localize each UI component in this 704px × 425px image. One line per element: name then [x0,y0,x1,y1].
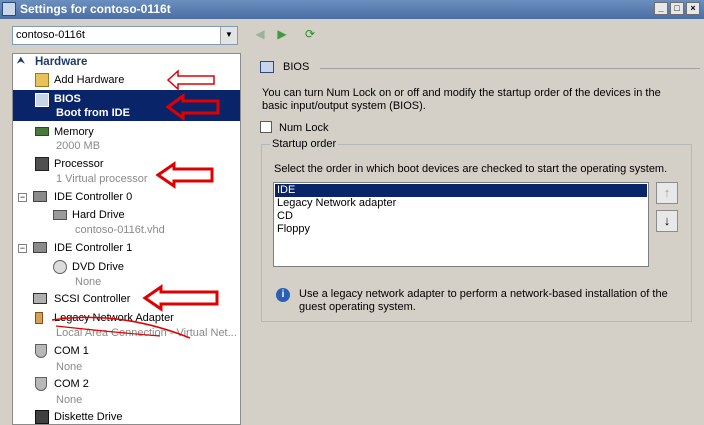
back-arrow-icon[interactable]: ◀ [252,26,268,42]
bios-icon [260,61,274,73]
startup-order-legend: Startup order [270,138,339,150]
com-port-icon [35,344,47,358]
tree-item-sublabel: None [56,361,83,373]
tree-item-bios[interactable]: BIOS Boot from IDE [13,90,240,121]
num-lock-label: Num Lock [279,122,329,134]
tree-item-diskette-drive[interactable]: Diskette Drive [13,409,240,424]
scsi-controller-icon [33,293,47,304]
bios-panel-header: BIOS [260,61,700,75]
boot-device-floppy[interactable]: Floppy [275,223,647,236]
forward-arrow-icon[interactable]: ▶ [274,26,290,42]
minimize-button[interactable]: _ [654,2,668,15]
hardware-section-header[interactable]: ⮝ Hardware [14,55,239,70]
processor-icon [35,157,49,171]
refresh-icon[interactable]: ⟳ [302,26,318,42]
tree-item-label: Add Hardware [54,74,125,86]
move-up-button[interactable]: ↑ [656,182,678,204]
move-down-button[interactable]: ↓ [656,210,678,232]
hardware-section-label: Hardware [35,56,88,68]
window-title: Settings for contoso-0116t [20,2,171,16]
tree-item-sublabel: Boot from IDE [56,107,130,119]
tree-item-label: Processor [54,158,104,170]
chevron-down-icon[interactable]: ▼ [220,27,237,44]
diskette-icon [35,410,49,424]
bios-settings-panel: BIOS You can turn Num Lock on or off and… [250,53,704,425]
tree-item-processor[interactable]: Processor 1 Virtual processor [13,156,240,186]
ide-controller-icon [33,242,47,253]
tree-item-label: Legacy Network Adapter [54,312,174,324]
tree-item-label: COM 1 [54,345,89,357]
boot-device-ide[interactable]: IDE [275,184,647,197]
tree-item-label: Memory [54,126,94,138]
hard-drive-icon [53,210,67,220]
collapse-toggle-icon[interactable]: − [18,244,27,253]
vm-selector[interactable]: contoso-0116t ▼ [12,26,238,45]
title-bar: Settings for contoso-0116t _ □ × [0,0,704,19]
tree-item-label: DVD Drive [72,261,124,273]
memory-icon [35,127,49,136]
tree-item-label: COM 2 [54,378,89,390]
network-adapter-icon [35,312,43,324]
tree-item-label: Diskette Drive [54,411,123,423]
tree-item-label: IDE Controller 0 [54,191,133,203]
collapse-chevron-icon[interactable]: ⮝ [17,55,25,66]
tree-item-legacy-network-adapter[interactable]: Legacy Network Adapter Local Area Connec… [13,310,240,340]
tree-item-hard-drive[interactable]: Hard Drive contoso-0116t.vhd [13,207,240,237]
tree-item-scsi-controller[interactable]: SCSI Controller [13,291,240,308]
tree-item-sublabel: None [56,394,83,406]
bios-description: You can turn Num Lock on or off and modi… [262,87,661,112]
tree-item-sublabel: contoso-0116t.vhd [75,224,165,236]
vm-selector-value: contoso-0116t [16,29,85,41]
boot-device-cd[interactable]: CD [275,210,647,223]
startup-order-group: Startup order Select the order in which … [261,138,692,322]
tree-item-sublabel: Local Area Connection - Virtual Net... [56,327,237,339]
tree-item-add-hardware[interactable]: Add Hardware [13,72,240,89]
bios-panel-title: BIOS [283,61,310,73]
com-port-icon [35,377,47,391]
tree-item-label: BIOS [54,93,81,105]
collapse-toggle-icon[interactable]: − [18,193,27,202]
dvd-drive-icon [53,260,67,274]
tree-item-sublabel: None [75,276,102,288]
tree-item-memory[interactable]: Memory 2000 MB [13,124,240,154]
maximize-button[interactable]: □ [670,2,684,15]
tree-item-label: IDE Controller 1 [54,242,133,254]
bios-icon [35,93,49,107]
info-icon: i [276,288,290,302]
tree-item-ide-controller-0[interactable]: − IDE Controller 0 [13,189,240,206]
boot-device-legacy-network[interactable]: Legacy Network adapter [275,197,647,210]
info-text: Use a legacy network adapter to perform … [299,288,668,313]
tree-item-label: SCSI Controller [54,293,131,305]
hardware-tree: ⮝ Hardware Add Hardware BIOS Boot from I… [12,53,241,425]
add-hardware-icon [35,73,49,87]
tree-item-com-1[interactable]: COM 1 None [13,343,240,373]
tree-item-label: Hard Drive [72,209,125,221]
tree-item-com-2[interactable]: COM 2 None [13,376,240,406]
settings-app-icon [2,2,16,16]
header-divider [320,68,700,69]
tree-item-ide-controller-1[interactable]: − IDE Controller 1 [13,240,240,257]
tree-item-sublabel: 1 Virtual processor [56,173,148,185]
tree-item-dvd-drive[interactable]: DVD Drive None [13,258,240,288]
tree-item-sublabel: 2000 MB [56,140,101,152]
startup-order-instruction: Select the order in which boot devices a… [274,163,668,175]
ide-controller-icon [33,191,47,202]
close-button[interactable]: × [686,2,700,15]
num-lock-checkbox[interactable] [260,121,272,133]
boot-order-list[interactable]: IDE Legacy Network adapter CD Floppy [273,182,649,267]
